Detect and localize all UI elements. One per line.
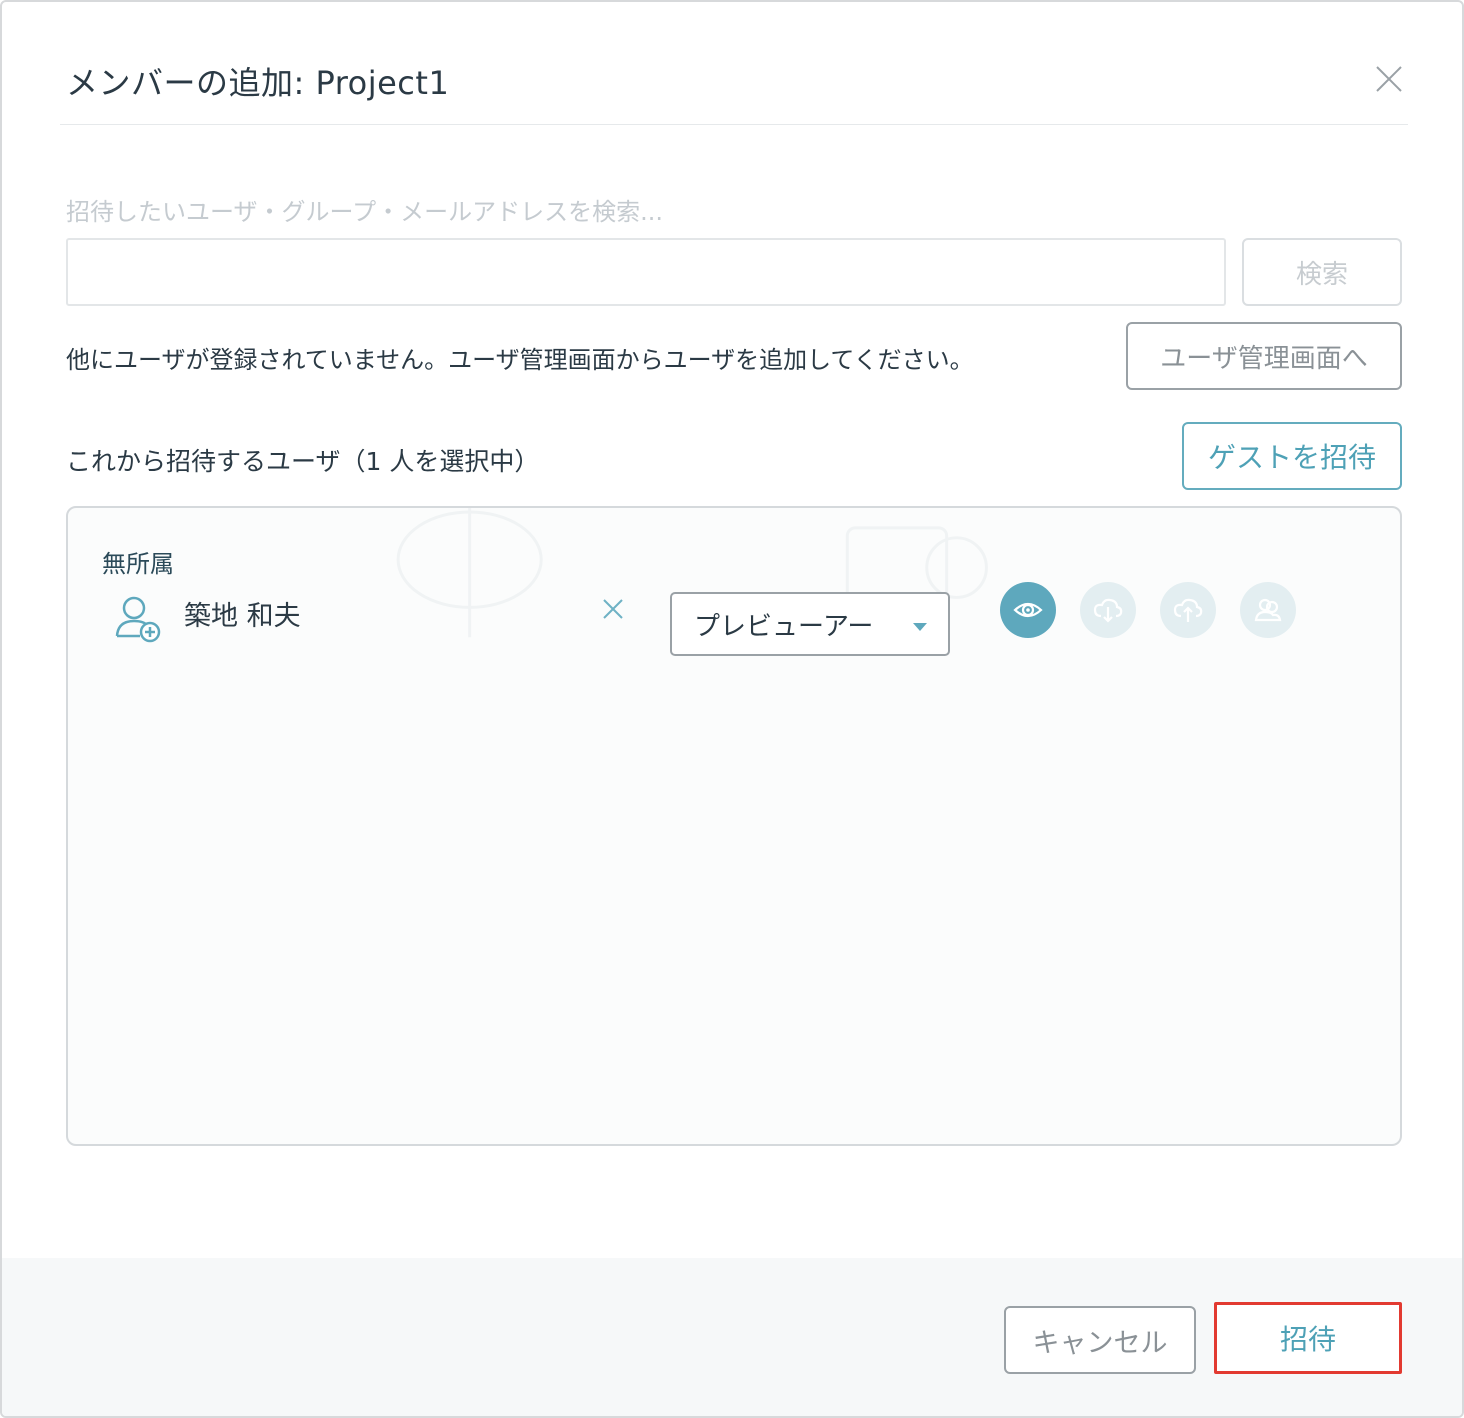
permission-upload-toggle[interactable] [1160, 582, 1216, 638]
cloud-upload-icon [1173, 598, 1203, 622]
header-divider [60, 124, 1408, 125]
invite-guest-button[interactable]: ゲストを招待 [1182, 422, 1402, 490]
role-select[interactable]: プレビューアー [670, 592, 950, 656]
permission-view-toggle[interactable] [1000, 582, 1056, 638]
add-member-dialog: メンバーの追加: Project1 招待したいユーザ・グループ・メールアドレスを… [0, 0, 1464, 1418]
chevron-down-icon [913, 623, 927, 631]
selected-users-panel: 無所属 築地 和夫 プレビューアー [66, 506, 1402, 1146]
close-icon [1376, 66, 1402, 92]
selected-users-label: これから招待するユーザ（1 人を選択中） [66, 447, 540, 476]
invite-button[interactable]: 招待 [1214, 1302, 1402, 1374]
permission-download-toggle[interactable] [1080, 582, 1136, 638]
user-management-button[interactable]: ユーザ管理画面へ [1126, 322, 1402, 390]
user-name: 築地 和夫 [184, 601, 301, 632]
cancel-button[interactable]: キャンセル [1004, 1306, 1196, 1374]
search-input[interactable] [66, 238, 1226, 306]
search-button[interactable]: 検索 [1242, 238, 1402, 306]
no-users-notice: 他にユーザが登録されていません。ユーザ管理画面からユーザを追加してください。 [66, 346, 974, 374]
search-hint: 招待したいユーザ・グループ・メールアドレスを検索... [66, 198, 663, 226]
close-icon [603, 599, 623, 619]
group-label: 無所属 [102, 550, 174, 578]
add-user-icon [115, 596, 161, 643]
dialog-title: メンバーの追加: Project1 [66, 64, 450, 102]
permission-manage-toggle[interactable] [1240, 582, 1296, 638]
cloud-download-icon [1093, 598, 1123, 623]
remove-user-button[interactable] [598, 594, 628, 624]
eye-icon [1013, 602, 1043, 618]
users-icon [1254, 598, 1282, 622]
close-button[interactable] [1368, 58, 1410, 100]
role-value: プレビューアー [694, 611, 874, 642]
